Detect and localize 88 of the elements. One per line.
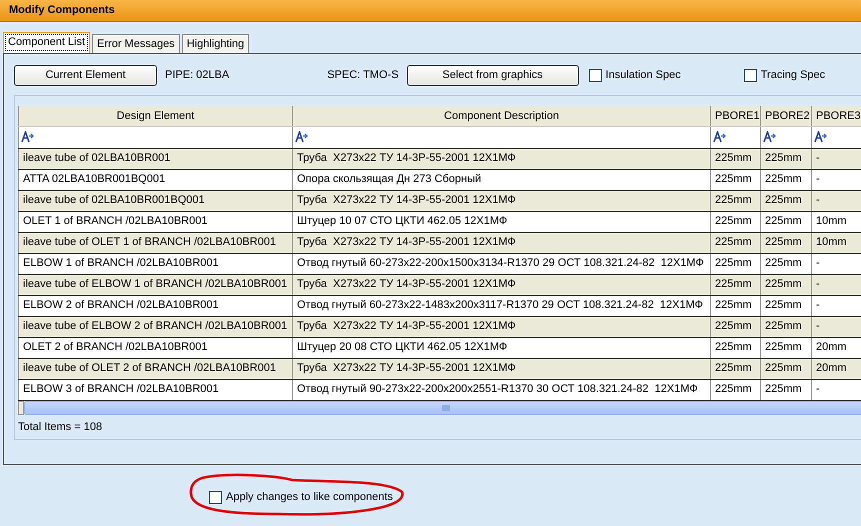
checkbox[interactable] <box>588 68 602 82</box>
table-cell: - <box>812 169 861 190</box>
table-cell: 225mm <box>710 379 760 400</box>
table-cell: 225mm <box>760 358 812 379</box>
table-cell: 225mm <box>710 232 760 253</box>
table-cell: Труба Х273х22 ТУ 14-3Р-55-2001 12Х1МФ <box>292 232 710 253</box>
text-filter-icon[interactable] <box>21 130 35 143</box>
spec-label: SPEC: TMO-S <box>327 68 399 83</box>
column-header: Design Element <box>18 106 292 126</box>
table-cell: Штуцер 10 07 СТО ЦКТИ 462.05 12Х1МФ <box>292 211 710 232</box>
table-cell: - <box>812 253 861 274</box>
table-cell: Труба Х273х22 ТУ 14-3Р-55-2001 12Х1МФ <box>292 148 710 169</box>
table-cell: 20mm <box>812 337 861 358</box>
table-cell: 225mm <box>710 316 760 337</box>
table-cell: ileave tube of 02LBA10BR001BQ001 <box>18 190 292 211</box>
table-cell: ileave tube of ELBOW 2 of BRANCH /02LBA10BR001 <box>18 316 292 337</box>
table-cell: Труба Х273х22 ТУ 14-3Р-55-2001 12Х1МФ <box>292 274 710 295</box>
table-cell: 225mm <box>760 337 812 358</box>
table-cell: Труба Х273х22 ТУ 14-3Р-55-2001 12Х1МФ <box>292 358 710 379</box>
table-cell: 225mm <box>710 274 760 295</box>
table-cell: 10mm <box>812 211 861 232</box>
horizontal-scrollbar[interactable] <box>18 400 861 414</box>
table-cell: 225mm <box>760 253 812 274</box>
table-cell: - <box>812 190 861 211</box>
column-header: PBORE2 <box>760 106 812 126</box>
table-cell: 225mm <box>760 169 812 190</box>
table-cell: Отвод гнутый 60-273х22-1483х200х3117-R1370 29 ОСТ 108.321.24-82 12Х1МФ <box>292 295 710 316</box>
text-filter-icon[interactable] <box>763 130 777 143</box>
table-cell: Труба Х273х22 ТУ 14-3Р-55-2001 12Х1МФ <box>292 190 710 211</box>
column-header: PBORE3 <box>812 106 861 126</box>
table-cell: ATTA 02LBA10BR001BQ001 <box>18 169 292 190</box>
checkbox[interactable] <box>744 68 757 82</box>
table-cell: 225mm <box>760 211 812 232</box>
scrollbar-left-handle[interactable] <box>18 400 24 414</box>
table-cell: - <box>812 316 861 337</box>
column-header: PBORE1 <box>710 106 760 126</box>
table-cell: ileave tube of ELBOW 1 of BRANCH /02LBA10BR001 <box>18 274 292 295</box>
table-cell: ileave tube of OLET 2 of BRANCH /02LBA10BR001 <box>18 358 292 379</box>
tab[interactable]: Component List <box>3 32 90 53</box>
table-cell: 225mm <box>710 148 760 169</box>
table-cell: 225mm <box>710 253 760 274</box>
table-cell: 225mm <box>710 211 760 232</box>
table-cell: OLET 2 of BRANCH /02LBA10BR001 <box>18 337 292 358</box>
table-cell: Отвод гнутый 90-273х22-200х200х2551-R1370 30 ОСТ 108.321.24-82 12Х1МФ <box>292 379 710 400</box>
pipe-label: PIPE: 02LBA <box>165 68 230 83</box>
tab[interactable]: Error Messages <box>92 34 180 53</box>
tab[interactable]: Highlighting <box>182 34 250 53</box>
table-cell: ELBOW 1 of BRANCH /02LBA10BR001 <box>18 253 292 274</box>
grip-icon <box>442 404 450 410</box>
table-cell: OLET 1 of BRANCH /02LBA10BR001 <box>18 211 292 232</box>
column-header: Component Description <box>292 106 710 126</box>
text-filter-icon[interactable] <box>713 130 727 143</box>
table-cell: 225mm <box>710 190 760 211</box>
table-cell: - <box>812 148 861 169</box>
table-cell: 225mm <box>760 148 812 169</box>
table-cell: 225mm <box>760 379 812 400</box>
table-cell: - <box>812 295 861 316</box>
table-cell: 225mm <box>760 316 812 337</box>
checkbox-label: Tracing Spec <box>760 68 826 83</box>
table-cell: 10mm <box>812 232 861 253</box>
table-cell: 20mm <box>812 358 861 379</box>
table-cell: 225mm <box>760 232 812 253</box>
table-cell: 225mm <box>760 295 812 316</box>
table-cell: - <box>812 379 861 400</box>
window-title: Modify Components <box>9 3 115 18</box>
checkbox[interactable] <box>209 490 222 504</box>
checkbox-label: Apply changes to like components <box>226 490 393 505</box>
table-cell: Труба Х273х22 ТУ 14-3Р-55-2001 12Х1МФ <box>292 316 710 337</box>
table-cell: Опора скользящая Дн 273 Сборный <box>292 169 710 190</box>
current-element-button[interactable]: Current Element <box>14 64 157 86</box>
table-cell: ileave tube of 02LBA10BR001 <box>18 148 292 169</box>
table-cell: 225mm <box>710 358 760 379</box>
checkbox-label: Insulation Spec <box>606 68 681 83</box>
table-cell: ileave tube of OLET 1 of BRANCH /02LBA10BR001 <box>18 232 292 253</box>
table-cell: ELBOW 3 of BRANCH /02LBA10BR001 <box>18 379 292 400</box>
text-filter-icon[interactable] <box>814 130 828 143</box>
table-cell: Штуцер 20 08 СТО ЦКТИ 462.05 12Х1МФ <box>292 337 710 358</box>
table-cell: 225mm <box>710 169 760 190</box>
total-items-label: Total Items = 108 <box>18 420 102 434</box>
text-filter-icon[interactable] <box>295 130 309 143</box>
table-cell: 225mm <box>760 190 812 211</box>
table-cell: 225mm <box>710 337 760 358</box>
table-cell: ELBOW 2 of BRANCH /02LBA10BR001 <box>18 295 292 316</box>
table-cell: 225mm <box>760 274 812 295</box>
table-cell: - <box>812 274 861 295</box>
select-from-graphics-button[interactable]: Select from graphics <box>406 64 579 86</box>
table-cell: 225mm <box>710 295 760 316</box>
table-cell: Отвод гнутый 60-273х22-200х1500х3134-R1370 29 ОСТ 108.321.24-82 12Х1МФ <box>292 253 710 274</box>
